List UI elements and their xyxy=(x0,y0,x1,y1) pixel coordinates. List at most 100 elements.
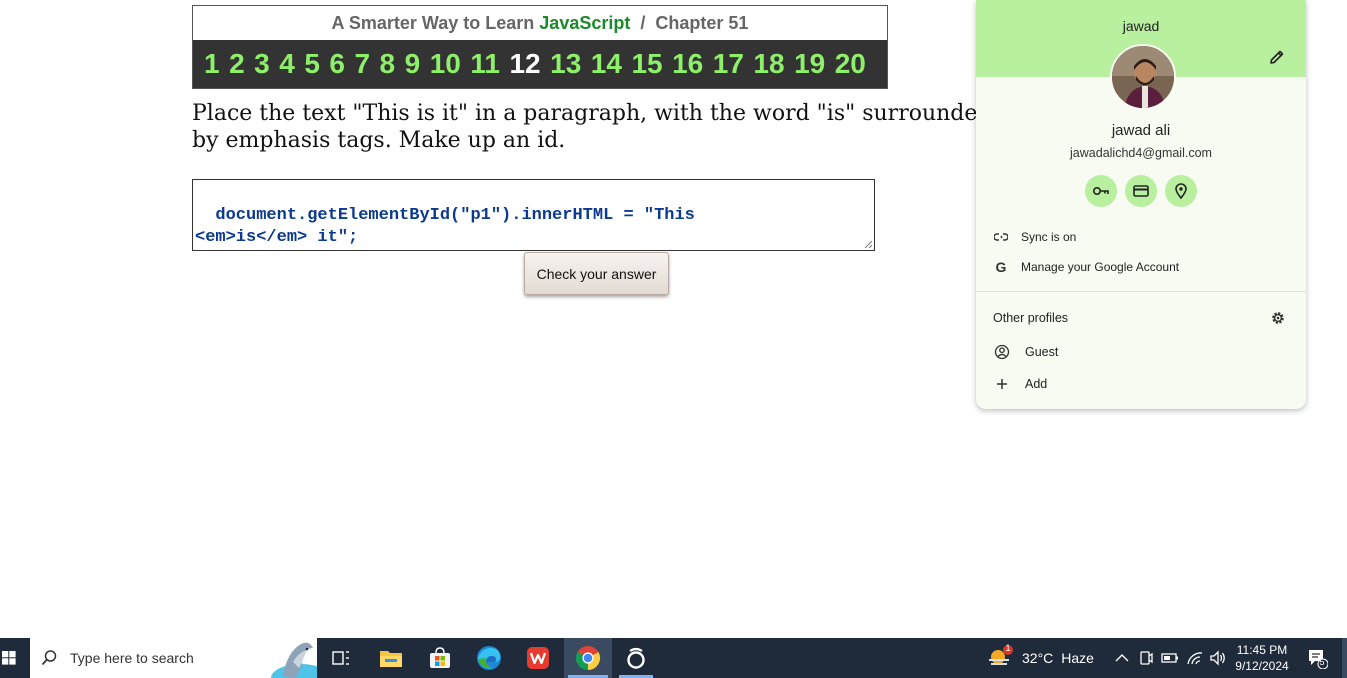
device-icon xyxy=(1140,651,1153,665)
profile-name: jawad xyxy=(1122,18,1160,34)
chapter-link-13[interactable]: 13 xyxy=(550,40,581,88)
edge-button[interactable] xyxy=(468,638,510,678)
passwords-button[interactable] xyxy=(1085,175,1117,207)
chapter-nav: 1 2 3 4 5 6 7 8 9 10 11 12 13 14 15 16 17 18 19 20 xyxy=(193,40,887,88)
divider xyxy=(976,291,1306,292)
chapter-link-12[interactable]: 12 xyxy=(509,40,540,88)
edit-pencil-icon[interactable] xyxy=(1268,48,1286,66)
chapter-link-9[interactable]: 9 xyxy=(405,40,421,88)
clock-time: 11:45 PM xyxy=(1236,643,1288,657)
wifi-icon xyxy=(1187,652,1203,665)
gear-icon[interactable] xyxy=(1270,310,1286,326)
title-chapter: Chapter 51 xyxy=(655,13,749,33)
location-pin-icon xyxy=(1175,183,1187,200)
chevron-up-icon xyxy=(1115,654,1129,662)
clock-date: 9/12/2024 xyxy=(1235,659,1289,673)
chapter-link-14[interactable]: 14 xyxy=(591,40,622,88)
card-icon xyxy=(1133,185,1149,197)
wps-office-button[interactable] xyxy=(517,638,559,678)
clock-button[interactable]: 11:45 PM 9/12/2024 xyxy=(1232,638,1292,678)
chapter-link-20[interactable]: 20 xyxy=(835,40,866,88)
title-brand[interactable]: JavaScript xyxy=(539,13,630,33)
notification-count: 5 xyxy=(1319,657,1325,667)
chapter-link-8[interactable]: 8 xyxy=(380,40,396,88)
avatar xyxy=(1110,44,1176,110)
windows-taskbar: Type here to search 1 32°C Haze 11:45 PM… xyxy=(0,638,1347,678)
chapter-link-10[interactable]: 10 xyxy=(430,40,461,88)
chapter-link-15[interactable]: 15 xyxy=(631,40,662,88)
chapter-link-6[interactable]: 6 xyxy=(329,40,345,88)
chapter-link-19[interactable]: 19 xyxy=(794,40,825,88)
chapter-link-5[interactable]: 5 xyxy=(304,40,320,88)
folder-icon xyxy=(380,651,402,667)
notification-center-button[interactable]: 5 xyxy=(1302,638,1332,678)
profile-email: jawadalichd4@gmail.com xyxy=(1070,146,1212,160)
file-explorer-button[interactable] xyxy=(370,638,412,678)
manage-account-label: Manage your Google Account xyxy=(1021,260,1180,274)
chapter-link-1[interactable]: 1 xyxy=(204,40,220,88)
manage-account-row[interactable]: G Manage your Google Account xyxy=(976,253,1306,281)
speaker-icon xyxy=(1210,650,1225,666)
guest-profile-row[interactable]: Guest xyxy=(976,338,1306,366)
chapter-link-2[interactable]: 2 xyxy=(229,40,245,88)
weather-widget[interactable]: 1 32°C Haze xyxy=(986,638,1094,678)
task-view-button[interactable] xyxy=(324,638,358,678)
google-g-icon: G xyxy=(995,259,1007,275)
wps-office-icon xyxy=(527,647,549,669)
app-launcher-button[interactable] xyxy=(615,638,657,678)
battery-button[interactable] xyxy=(1160,638,1180,678)
search-icon xyxy=(41,650,57,666)
microsoft-store-button[interactable] xyxy=(419,638,461,678)
sync-row[interactable]: Sync is on xyxy=(976,223,1306,251)
windows-logo-icon xyxy=(2,651,16,665)
store-bag-icon xyxy=(430,647,450,668)
chapter-link-7[interactable]: 7 xyxy=(354,40,370,88)
answer-code[interactable]: document.getElementById("p1").innerHTML … xyxy=(195,206,695,247)
answer-textarea[interactable]: document.getElementById("p1").innerHTML … xyxy=(192,179,875,251)
guest-account-icon xyxy=(994,344,1010,360)
chrome-profile-panel: jawad jawad ali jawadalichd4@gmail.com S… xyxy=(976,0,1306,409)
key-icon xyxy=(1092,187,1109,196)
chapter-link-3[interactable]: 3 xyxy=(254,40,270,88)
weather-temperature: 32°C xyxy=(1022,650,1054,666)
show-desktop-button[interactable] xyxy=(1342,638,1347,678)
search-highlight-dolphin-icon xyxy=(271,642,317,678)
battery-icon xyxy=(1161,653,1178,663)
edge-browser-icon xyxy=(477,646,501,670)
show-hidden-icons-button[interactable] xyxy=(1112,638,1132,678)
add-label: Add xyxy=(1025,377,1048,391)
title-separator: / xyxy=(640,13,646,33)
sync-icon xyxy=(994,233,1008,241)
task-view-icon xyxy=(332,651,349,665)
chapter-link-16[interactable]: 16 xyxy=(672,40,703,88)
chapter-link-11[interactable]: 11 xyxy=(470,40,500,88)
search-placeholder: Type here to search xyxy=(70,650,194,666)
exercise-prompt: Place the text "This is it" in a paragra… xyxy=(192,101,992,153)
guest-label: Guest xyxy=(1025,345,1059,359)
weather-condition: Haze xyxy=(1061,650,1094,666)
start-button[interactable] xyxy=(0,638,18,678)
meet-now-button[interactable] xyxy=(1136,638,1156,678)
resize-grip-icon[interactable] xyxy=(863,239,873,249)
check-answer-button[interactable]: Check your answer xyxy=(524,252,669,295)
course-title: A Smarter Way to Learn JavaScript / Chap… xyxy=(193,6,887,40)
taskbar-search[interactable]: Type here to search xyxy=(30,638,317,678)
network-button[interactable] xyxy=(1184,638,1206,678)
course-header: A Smarter Way to Learn JavaScript / Chap… xyxy=(192,5,888,89)
profile-full-name: jawad ali xyxy=(1111,122,1171,139)
chapter-link-18[interactable]: 18 xyxy=(753,40,784,88)
chapter-link-17[interactable]: 17 xyxy=(713,40,744,88)
payment-methods-button[interactable] xyxy=(1125,175,1157,207)
plus-icon xyxy=(997,379,1007,389)
other-profiles-title: Other profiles xyxy=(993,311,1069,325)
addresses-button[interactable] xyxy=(1165,175,1197,207)
weather-badge: 1 xyxy=(1005,643,1011,653)
chapter-link-4[interactable]: 4 xyxy=(279,40,295,88)
chrome-button[interactable] xyxy=(564,638,612,678)
chrome-browser-icon xyxy=(575,646,601,670)
add-profile-row[interactable]: Add xyxy=(976,370,1306,398)
sync-label: Sync is on xyxy=(1021,230,1077,244)
volume-button[interactable] xyxy=(1208,638,1228,678)
title-prefix: A Smarter Way to Learn xyxy=(331,13,535,33)
app-ring-icon xyxy=(627,647,645,669)
